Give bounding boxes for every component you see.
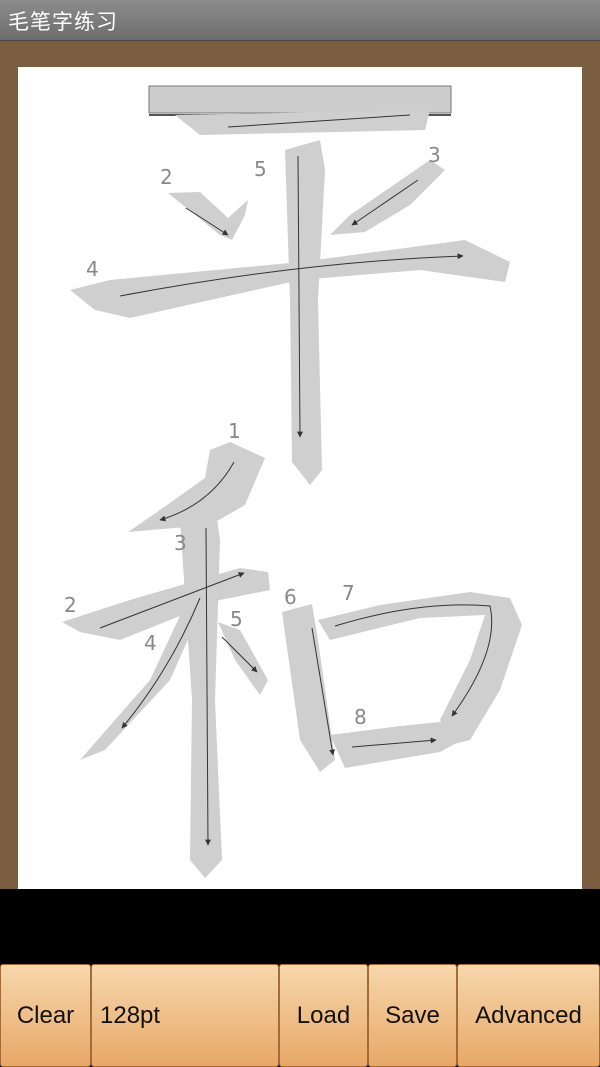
top-stroke-bar — [148, 85, 452, 114]
ping-stroke-number: 3 — [428, 143, 441, 167]
he-stroke-number: 3 — [174, 531, 187, 555]
he-stroke-number: 6 — [284, 585, 297, 609]
ping-stroke-number: 5 — [254, 157, 267, 181]
he-stroke-number: 7 — [342, 581, 355, 605]
ping-stroke-3 — [330, 160, 445, 235]
he-stroke-8 — [330, 722, 462, 768]
ping-stroke-number: 2 — [160, 165, 173, 189]
bottom-toolbar: Clear 128pt Load Save Advanced — [0, 964, 600, 1067]
spacer-strip — [0, 889, 600, 964]
he-stroke-number: 2 — [64, 593, 77, 617]
load-button[interactable]: Load — [279, 964, 368, 1067]
he-stroke-3 — [180, 505, 222, 878]
save-button[interactable]: Save — [368, 964, 457, 1067]
he-stroke-number: 1 — [228, 419, 241, 443]
ping-stroke-5 — [285, 140, 325, 485]
ping-stroke-2 — [168, 192, 248, 240]
he-stroke-number: 8 — [354, 705, 367, 729]
ping-stroke-number: 4 — [86, 257, 99, 281]
brush-size-button[interactable]: 128pt — [91, 964, 279, 1067]
clear-button[interactable]: Clear — [0, 964, 91, 1067]
he-stroke-number: 4 — [144, 631, 157, 655]
he-stroke-number: 5 — [230, 607, 243, 631]
advanced-button[interactable]: Advanced — [457, 964, 600, 1067]
